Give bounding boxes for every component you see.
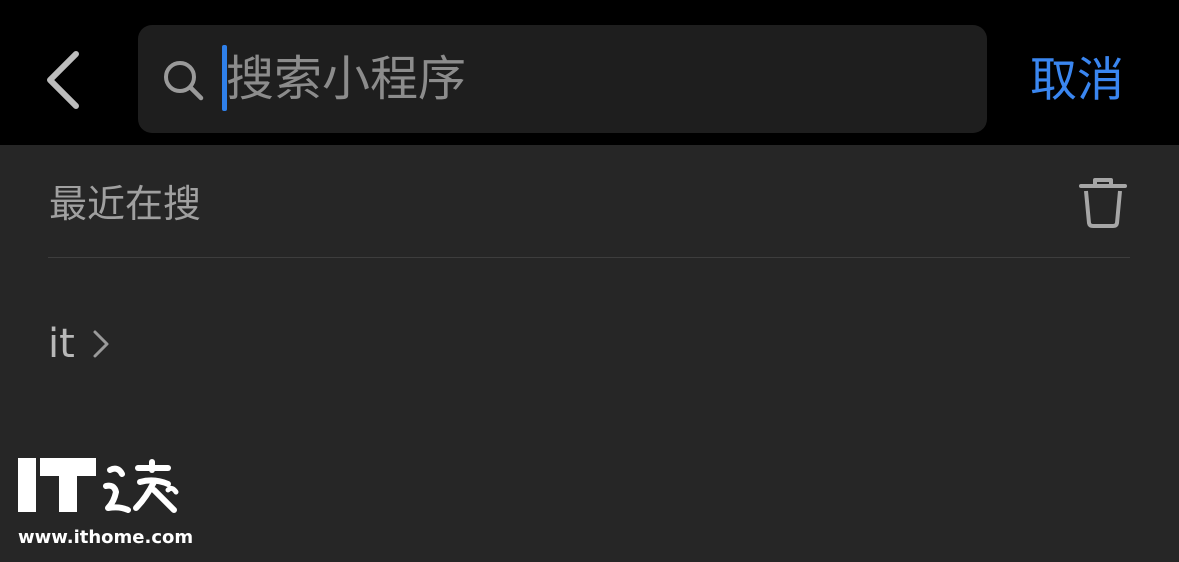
clear-history-button[interactable] xyxy=(1075,175,1131,231)
divider xyxy=(48,257,1130,258)
search-box[interactable] xyxy=(138,25,987,133)
search-icon xyxy=(164,61,204,101)
history-item-label: it xyxy=(48,321,75,367)
ithome-logo xyxy=(18,458,179,513)
top-bar: 取消 xyxy=(0,0,1179,145)
back-button[interactable] xyxy=(28,42,100,118)
history-item[interactable]: it xyxy=(48,314,111,374)
recent-searches-title: 最近在搜 xyxy=(49,182,202,226)
chevron-left-icon xyxy=(47,51,79,109)
chevron-right-icon xyxy=(93,330,109,358)
cancel-button[interactable]: 取消 xyxy=(1030,46,1124,116)
trash-icon xyxy=(1079,178,1127,228)
watermark: www.ithome.com xyxy=(18,456,193,552)
watermark-url: www.ithome.com xyxy=(18,527,194,548)
search-input[interactable] xyxy=(226,43,966,115)
